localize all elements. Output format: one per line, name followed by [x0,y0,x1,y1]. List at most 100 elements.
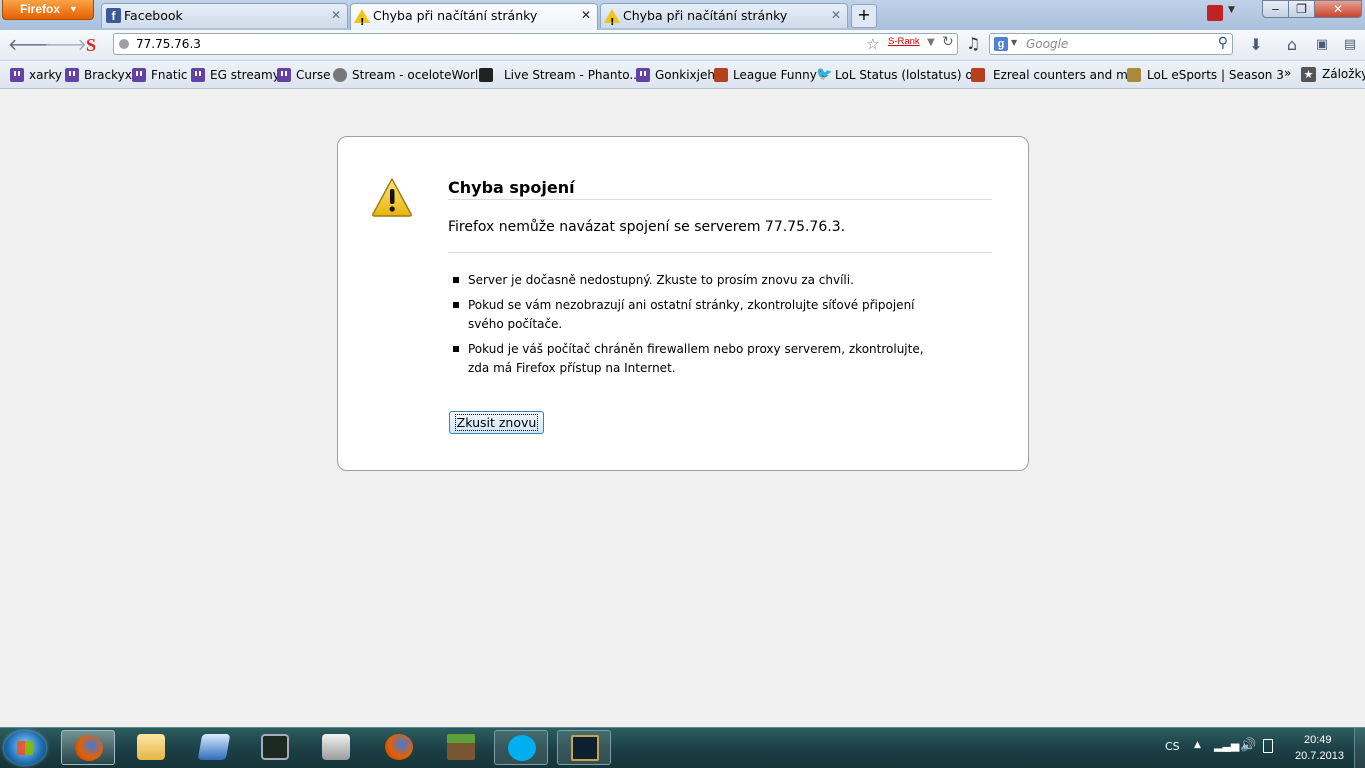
site-identity-icon[interactable] [119,39,129,49]
close-icon[interactable]: ✕ [831,4,841,27]
music-note-icon[interactable]: ♫ [966,34,980,53]
retry-button-label: Zkusit znovu [454,413,539,431]
bookmark-label: Ezreal counters and m... [993,68,1140,82]
maximize-button[interactable]: ❐ [1288,0,1315,18]
close-icon[interactable]: ✕ [331,4,341,27]
minimize-button[interactable]: ‒ [1262,0,1289,18]
bookmarks-overflow-button[interactable]: » [1284,66,1291,80]
twitch-icon [191,68,205,82]
bookmarks-star-icon[interactable]: ★ [1301,67,1316,82]
chevron-down-icon: ▼ [69,4,78,14]
seznam-icon[interactable]: S [81,35,101,55]
taskbar-remote-desktop[interactable] [187,730,241,765]
bookmark-oceloteworld[interactable]: Stream - oceloteWorld [333,67,486,83]
start-button[interactable] [4,731,46,765]
tab-label: Facebook [124,8,183,23]
minecraft-icon [447,734,475,760]
skull-icon [479,68,493,82]
warning-icon [372,178,412,217]
warning-icon [604,9,620,28]
bookmark-label: Brackyx [84,68,132,82]
tab-facebook[interactable]: f Facebook ✕ [101,3,348,28]
bookmarks-menu-button[interactable]: Záložky [1322,67,1365,81]
lol-esports-icon [1127,68,1141,82]
tab-error-1[interactable]: Chyba při načítání stránky ✕ [350,3,598,30]
volume-icon[interactable]: 🔊 [1240,738,1256,753]
bookmark-brackyx[interactable]: Brackyx [65,67,132,83]
bookmark-lol-esports[interactable]: LoL eSports | Season 3 [1127,67,1284,83]
bookmark-label: Fnatic [151,68,188,82]
taskbar-skype[interactable] [494,730,548,765]
bookmark-lol-status[interactable]: 🐦 LoL Status (lolstatus) o... [816,67,984,83]
close-icon[interactable]: ✕ [581,4,591,27]
language-indicator[interactable]: CS [1165,740,1180,753]
taskbar-firefox-pinned[interactable] [372,730,426,765]
champion-icon [971,68,985,82]
show-hidden-icons-icon[interactable]: ▲ [1194,740,1201,750]
bookmark-curse[interactable]: Curse [277,67,331,83]
home-icon[interactable]: ⌂ [1282,35,1302,55]
skype-icon [508,735,536,761]
retry-button[interactable]: Zkusit znovu [449,411,544,434]
firefox-icon [385,734,413,760]
url-text[interactable]: 77.75.76.3 [136,37,201,51]
champion-icon [714,68,728,82]
forward-arrow-icon[interactable]: 🡒 [44,35,87,55]
list-item: Pokud je váš počítač chráněn firewallem … [448,340,948,378]
google-icon[interactable]: g [994,37,1008,51]
taskbar-task-manager[interactable] [248,730,302,765]
taskbar-league-of-legends[interactable] [557,730,611,765]
list-item: Pokud se vám nezobrazují ani ostatní str… [448,296,948,334]
screenshot-icon[interactable]: ▣ [1312,35,1332,55]
bookmark-label: EG streamy [210,68,280,82]
power-icon[interactable] [1263,739,1273,753]
twitch-icon [132,68,146,82]
divider [448,252,992,253]
bookmark-label: LoL Status (lolstatus) o... [835,68,985,82]
bookmark-eg-streamy[interactable]: EG streamy [191,67,280,83]
firefox-menu-button[interactable]: Firefox ▼ [2,0,94,20]
bookmark-label: Live Stream - Phanto... [504,68,641,82]
error-title: Chyba spojení [448,178,575,197]
bookmarks-toolbar: xarky Brackyx Fnatic EG streamy Curse St… [0,61,1365,89]
bookmark-fnatic[interactable]: Fnatic [132,67,188,83]
srank-badge[interactable]: S-Rank [888,36,920,47]
twitch-icon [636,68,650,82]
addon-bar-icon[interactable]: ▤ [1340,35,1360,55]
tab-error-2[interactable]: Chyba při načítání stránky ✕ [600,3,848,28]
tab-list-chevron-icon[interactable]: ▼ [1228,5,1235,15]
bookmark-label: LoL eSports | Season 3 [1147,68,1284,82]
tab-label: Chyba při načítání stránky [623,8,788,23]
bookmark-label: Curse [296,68,331,82]
addon-icon[interactable] [1207,5,1223,21]
back-arrow-icon[interactable]: 🡐 [8,35,51,55]
search-icon[interactable]: ⚲ [1218,35,1228,51]
tab-strip: Firefox ▼ f Facebook ✕ Chyba při načítán… [0,0,1365,30]
reload-icon[interactable]: ↻ [942,34,954,50]
clock-time[interactable]: 20:49 [1304,734,1332,746]
show-desktop-button[interactable] [1354,728,1365,768]
error-suggestions-list: Server je dočasně nedostupný. Zkuste to … [448,271,948,384]
warning-icon [354,9,370,30]
search-engine-dropdown-icon[interactable]: ▼ [1011,38,1017,47]
taskbar-firefox[interactable] [61,730,115,765]
taskbar-printer[interactable] [309,730,363,765]
search-bar[interactable]: g ▼ Google ⚲ [989,33,1233,55]
bookmark-xarky[interactable]: xarky [10,67,62,83]
new-tab-button[interactable]: + [851,4,877,28]
bookmark-star-icon[interactable]: ☆ [866,35,879,53]
bookmark-league-funny[interactable]: League Funny [714,67,817,83]
bookmark-gonkixjeh[interactable]: Gonkixjeh [636,67,715,83]
close-window-button[interactable]: ✕ [1314,0,1362,18]
bookmark-phanto[interactable]: Live Stream - Phanto... [479,67,641,83]
download-arrow-icon[interactable]: ⬇ [1246,35,1266,55]
network-signal-icon[interactable]: ▂▃▅ [1214,739,1239,752]
taskbar-explorer[interactable] [124,730,178,765]
windows-taskbar: CS ▲ ▂▃▅ 🔊 20:49 20.7.2013 [0,727,1365,768]
taskbar-minecraft[interactable] [434,730,488,765]
search-placeholder[interactable]: Google [1026,37,1068,51]
clock-date[interactable]: 20.7.2013 [1295,750,1344,762]
bookmark-ezreal-counters[interactable]: Ezreal counters and m... [971,67,1139,83]
history-dropdown-icon[interactable]: ▼ [927,37,935,48]
url-bar[interactable]: 77.75.76.3 ☆ S-Rank ▼ ↻ [113,33,958,55]
